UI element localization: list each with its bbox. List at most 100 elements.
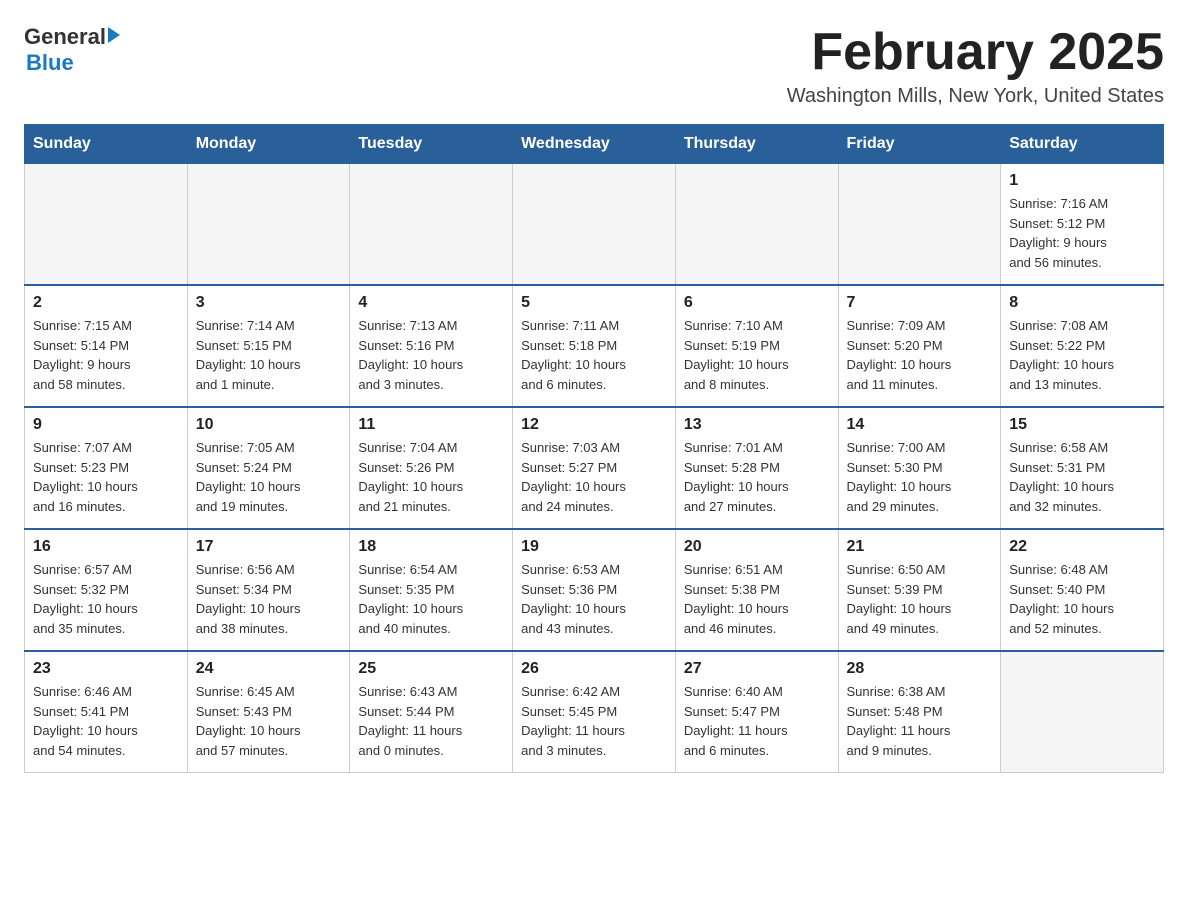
calendar-cell: 19Sunrise: 6:53 AM Sunset: 5:36 PM Dayli…: [513, 529, 676, 651]
day-number: 20: [684, 538, 830, 556]
day-number: 24: [196, 660, 342, 678]
day-number: 7: [847, 294, 993, 312]
day-number: 5: [521, 294, 667, 312]
day-number: 16: [33, 538, 179, 556]
calendar-week-2: 2 Sunrise: 7:15 AM Sunset: 5:14 PM Daylig…: [25, 285, 1164, 407]
calendar-cell: 23 Sunrise: 6:46 AM Sunset: 5:41 PM Dayli…: [25, 651, 188, 773]
day-number: 21: [847, 538, 993, 556]
calendar-cell: 13 Sunrise: 7:01 AM Sunset: 5:28 PM Dayli…: [675, 407, 838, 529]
calendar-cell: 14 Sunrise: 7:00 AM Sunset: 5:30 PM Dayli…: [838, 407, 1001, 529]
weekday-header-sunday: Sunday: [25, 125, 188, 164]
calendar-cell: 3 Sunrise: 7:14 AM Sunset: 5:15 PM Daylig…: [187, 285, 350, 407]
calendar-week-4: 16 Sunrise: 6:57 AM Sunset: 5:32 PM Dayli…: [25, 529, 1164, 651]
calendar-week-5: 23 Sunrise: 6:46 AM Sunset: 5:41 PM Dayli…: [25, 651, 1164, 773]
calendar-cell: 4 Sunrise: 7:13 AM Sunset: 5:16 PM Daylig…: [350, 285, 513, 407]
calendar-cell: 11Sunrise: 7:04 AM Sunset: 5:26 PM Dayli…: [350, 407, 513, 529]
month-title: February 2025: [787, 24, 1164, 81]
day-info: Sunrise: 6:48 AM Sunset: 5:40 PM Dayligh…: [1009, 560, 1155, 638]
day-info: Sunrise: 6:56 AM Sunset: 5:34 PM Dayligh…: [196, 560, 342, 638]
day-number: 4: [358, 294, 504, 312]
day-number: 22: [1009, 538, 1155, 556]
calendar-cell: 21Sunrise: 6:50 AM Sunset: 5:39 PM Dayli…: [838, 529, 1001, 651]
day-number: 15: [1009, 416, 1155, 434]
day-info: Sunrise: 7:08 AM Sunset: 5:22 PM Dayligh…: [1009, 316, 1155, 394]
day-info: Sunrise: 7:16 AM Sunset: 5:12 PM Dayligh…: [1009, 194, 1155, 272]
day-info: Sunrise: 6:51 AM Sunset: 5:38 PM Dayligh…: [684, 560, 830, 638]
logo-general-text: General: [24, 24, 106, 50]
day-number: 11: [358, 416, 504, 434]
calendar-cell: 16 Sunrise: 6:57 AM Sunset: 5:32 PM Dayli…: [25, 529, 188, 651]
calendar-cell: 12 Sunrise: 7:03 AM Sunset: 5:27 PM Dayli…: [513, 407, 676, 529]
day-number: 14: [847, 416, 993, 434]
day-number: 17: [196, 538, 342, 556]
day-info: Sunrise: 6:58 AM Sunset: 5:31 PM Dayligh…: [1009, 438, 1155, 516]
calendar-cell: 20 Sunrise: 6:51 AM Sunset: 5:38 PM Dayli…: [675, 529, 838, 651]
logo-blue-text: Blue: [26, 50, 74, 75]
calendar-cell: 7 Sunrise: 7:09 AM Sunset: 5:20 PM Daylig…: [838, 285, 1001, 407]
calendar-cell: 26Sunrise: 6:42 AM Sunset: 5:45 PM Dayli…: [513, 651, 676, 773]
day-number: 23: [33, 660, 179, 678]
calendar-cell: 9 Sunrise: 7:07 AM Sunset: 5:23 PM Daylig…: [25, 407, 188, 529]
calendar-cell: 10Sunrise: 7:05 AM Sunset: 5:24 PM Dayli…: [187, 407, 350, 529]
calendar-cell: 1Sunrise: 7:16 AM Sunset: 5:12 PM Daylig…: [1001, 164, 1164, 286]
calendar-cell: [350, 164, 513, 286]
day-number: 8: [1009, 294, 1155, 312]
calendar-cell: 2 Sunrise: 7:15 AM Sunset: 5:14 PM Daylig…: [25, 285, 188, 407]
calendar-week-3: 9 Sunrise: 7:07 AM Sunset: 5:23 PM Daylig…: [25, 407, 1164, 529]
weekday-header-saturday: Saturday: [1001, 125, 1164, 164]
calendar-cell: 8 Sunrise: 7:08 AM Sunset: 5:22 PM Daylig…: [1001, 285, 1164, 407]
day-info: Sunrise: 7:03 AM Sunset: 5:27 PM Dayligh…: [521, 438, 667, 516]
calendar-cell: 28 Sunrise: 6:38 AM Sunset: 5:48 PM Dayli…: [838, 651, 1001, 773]
day-number: 18: [358, 538, 504, 556]
day-info: Sunrise: 6:40 AM Sunset: 5:47 PM Dayligh…: [684, 682, 830, 760]
day-info: Sunrise: 7:09 AM Sunset: 5:20 PM Dayligh…: [847, 316, 993, 394]
day-number: 2: [33, 294, 179, 312]
title-area: February 2025 Washington Mills, New York…: [787, 24, 1164, 108]
calendar-cell: [513, 164, 676, 286]
calendar-cell: 18 Sunrise: 6:54 AM Sunset: 5:35 PM Dayli…: [350, 529, 513, 651]
day-info: Sunrise: 6:54 AM Sunset: 5:35 PM Dayligh…: [358, 560, 504, 638]
calendar-week-1: 1Sunrise: 7:16 AM Sunset: 5:12 PM Daylig…: [25, 164, 1164, 286]
day-info: Sunrise: 6:46 AM Sunset: 5:41 PM Dayligh…: [33, 682, 179, 760]
day-number: 9: [33, 416, 179, 434]
page-header: General Blue February 2025 Washington Mi…: [24, 24, 1164, 108]
day-info: Sunrise: 7:00 AM Sunset: 5:30 PM Dayligh…: [847, 438, 993, 516]
weekday-header-tuesday: Tuesday: [350, 125, 513, 164]
day-info: Sunrise: 6:42 AM Sunset: 5:45 PM Dayligh…: [521, 682, 667, 760]
day-info: Sunrise: 6:45 AM Sunset: 5:43 PM Dayligh…: [196, 682, 342, 760]
day-number: 27: [684, 660, 830, 678]
weekday-header-row: SundayMondayTuesdayWednesdayThursdayFrid…: [25, 125, 1164, 164]
day-number: 13: [684, 416, 830, 434]
calendar-cell: 6Sunrise: 7:10 AM Sunset: 5:19 PM Daylig…: [675, 285, 838, 407]
calendar-cell: [838, 164, 1001, 286]
weekday-header-thursday: Thursday: [675, 125, 838, 164]
day-number: 25: [358, 660, 504, 678]
day-number: 19: [521, 538, 667, 556]
logo-area: General Blue: [24, 24, 120, 76]
day-info: Sunrise: 6:38 AM Sunset: 5:48 PM Dayligh…: [847, 682, 993, 760]
day-info: Sunrise: 6:43 AM Sunset: 5:44 PM Dayligh…: [358, 682, 504, 760]
day-number: 3: [196, 294, 342, 312]
weekday-header-friday: Friday: [838, 125, 1001, 164]
day-info: Sunrise: 7:13 AM Sunset: 5:16 PM Dayligh…: [358, 316, 504, 394]
calendar-cell: 27 Sunrise: 6:40 AM Sunset: 5:47 PM Dayli…: [675, 651, 838, 773]
logo: General: [24, 24, 120, 50]
day-number: 6: [684, 294, 830, 312]
day-info: Sunrise: 7:11 AM Sunset: 5:18 PM Dayligh…: [521, 316, 667, 394]
weekday-header-monday: Monday: [187, 125, 350, 164]
day-info: Sunrise: 6:57 AM Sunset: 5:32 PM Dayligh…: [33, 560, 179, 638]
day-number: 12: [521, 416, 667, 434]
calendar-cell: 15 Sunrise: 6:58 AM Sunset: 5:31 PM Dayli…: [1001, 407, 1164, 529]
calendar-cell: [675, 164, 838, 286]
day-number: 10: [196, 416, 342, 434]
day-info: Sunrise: 7:14 AM Sunset: 5:15 PM Dayligh…: [196, 316, 342, 394]
day-info: Sunrise: 7:15 AM Sunset: 5:14 PM Dayligh…: [33, 316, 179, 394]
logo-triangle-icon: [108, 27, 120, 43]
calendar-cell: 22 Sunrise: 6:48 AM Sunset: 5:40 PM Dayli…: [1001, 529, 1164, 651]
day-info: Sunrise: 7:07 AM Sunset: 5:23 PM Dayligh…: [33, 438, 179, 516]
calendar-cell: 5 Sunrise: 7:11 AM Sunset: 5:18 PM Daylig…: [513, 285, 676, 407]
calendar-cell: [1001, 651, 1164, 773]
day-info: Sunrise: 7:01 AM Sunset: 5:28 PM Dayligh…: [684, 438, 830, 516]
calendar-cell: [187, 164, 350, 286]
day-number: 28: [847, 660, 993, 678]
